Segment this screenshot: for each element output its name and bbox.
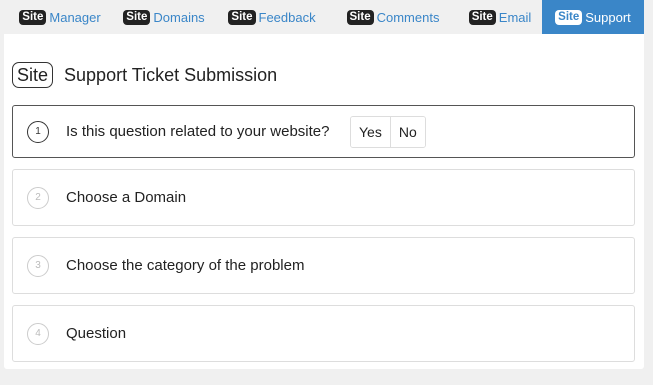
tab-label: Comments: [376, 9, 440, 25]
step-label: Is this question related to your website…: [66, 123, 330, 140]
nav-tabs: Site Manager Site Domains Site Feedback …: [0, 0, 653, 34]
yes-no-toggle: Yes No: [350, 115, 426, 148]
tab-support[interactable]: Site Support: [542, 0, 644, 34]
tab-badge: Site: [555, 9, 583, 25]
step-choose-domain[interactable]: 2 Choose a Domain: [12, 169, 635, 226]
step-label: Question: [66, 325, 127, 342]
step-label: Choose a Domain: [66, 189, 187, 206]
step-number-badge: 2: [27, 186, 49, 209]
tab-label: Manager: [49, 9, 101, 25]
tab-label: Feedback: [258, 9, 316, 25]
page-header: Site Support Ticket Submission: [12, 60, 277, 90]
step-number-badge: 3: [27, 254, 49, 277]
tab-badge: Site: [228, 9, 256, 25]
yes-button[interactable]: Yes: [351, 116, 390, 147]
tab-badge: Site: [468, 9, 496, 25]
step-label: Choose the category of the problem: [66, 257, 305, 274]
tab-email[interactable]: Site Email: [458, 0, 542, 34]
no-button[interactable]: No: [389, 116, 425, 147]
tab-badge: Site: [19, 9, 47, 25]
tab-label: Email: [498, 9, 532, 25]
tab-badge: Site: [123, 9, 151, 25]
tab-label: Domains: [153, 9, 205, 25]
support-panel: Site Support Ticket Submission 1 Is this…: [4, 34, 644, 369]
step-number-badge: 1: [27, 120, 49, 143]
tab-feedback[interactable]: Site Feedback: [216, 0, 328, 34]
site-logo: Site: [12, 62, 54, 88]
tab-domains[interactable]: Site Domains: [112, 0, 216, 34]
tab-badge: Site: [346, 9, 374, 25]
step-question[interactable]: 4 Question: [12, 305, 635, 362]
step-website-question[interactable]: 1 Is this question related to your websi…: [12, 105, 635, 158]
tab-label: Support: [585, 9, 631, 25]
tab-comments[interactable]: Site Comments: [328, 0, 458, 34]
step-number-badge: 4: [27, 322, 49, 345]
step-choose-category[interactable]: 3 Choose the category of the problem: [12, 237, 635, 294]
page-title: Support Ticket Submission: [64, 64, 278, 85]
tab-manager[interactable]: Site Manager: [8, 0, 112, 34]
